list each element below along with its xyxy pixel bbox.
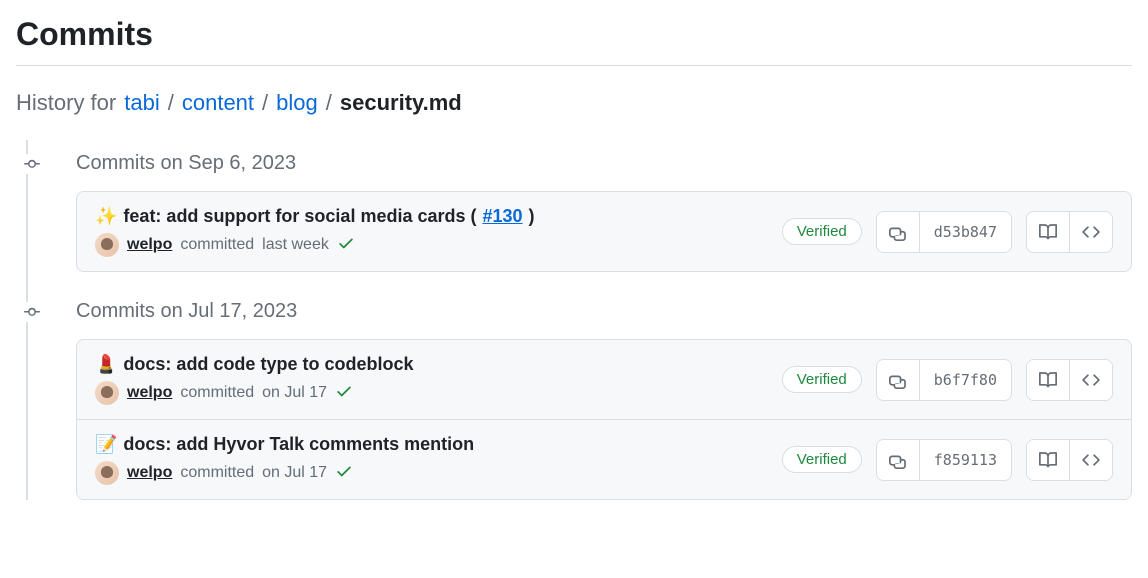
check-icon[interactable] [335, 462, 353, 485]
commit-group-date: Commits on Sep 6, 2023 [76, 152, 296, 174]
lipstick-icon: 💄 [95, 354, 117, 375]
commit-list: 💄 docs: add code type to codeblock welpo… [76, 339, 1132, 500]
copy-sha-button[interactable] [877, 212, 919, 252]
check-icon[interactable] [337, 234, 355, 257]
breadcrumb-prefix: History for [16, 90, 116, 116]
pr-link[interactable]: #130 [483, 206, 523, 227]
avatar[interactable] [95, 381, 119, 405]
browse-button-group [1026, 439, 1113, 481]
commit-list: ✨ feat: add support for social media car… [76, 191, 1132, 272]
view-file-button[interactable] [1027, 212, 1069, 252]
browse-button-group [1026, 211, 1113, 253]
sparkles-icon: ✨ [95, 206, 117, 227]
verified-badge[interactable]: Verified [782, 366, 862, 393]
commit-item: 📝 docs: add Hyvor Talk comments mention … [77, 419, 1131, 499]
commit-title[interactable]: 📝 docs: add Hyvor Talk comments mention [95, 434, 782, 455]
sha-button-group: f859113 [876, 439, 1012, 481]
commit-node-icon [18, 302, 46, 322]
commit-sha-button[interactable]: d53b847 [919, 212, 1011, 252]
avatar[interactable] [95, 233, 119, 257]
commit-item: 💄 docs: add code type to codeblock welpo… [77, 340, 1131, 419]
commit-group-header: Commits on Jul 17, 2023 [42, 288, 1132, 339]
view-file-button[interactable] [1027, 440, 1069, 480]
commit-node-icon [18, 154, 46, 174]
copy-sha-button[interactable] [877, 440, 919, 480]
commit-time: on Jul 17 [262, 384, 327, 402]
commit-title-suffix: ) [529, 206, 535, 227]
breadcrumb-separator: / [168, 90, 174, 116]
browse-button-group [1026, 359, 1113, 401]
breadcrumb: History for tabi / content / blog / secu… [16, 90, 1132, 116]
commit-item: ✨ feat: add support for social media car… [77, 192, 1131, 271]
view-file-button[interactable] [1027, 360, 1069, 400]
sha-button-group: b6f7f80 [876, 359, 1012, 401]
breadcrumb-separator: / [262, 90, 268, 116]
breadcrumb-link-tabi[interactable]: tabi [124, 90, 159, 116]
breadcrumb-link-content[interactable]: content [182, 90, 254, 116]
author-link[interactable]: welpo [127, 236, 172, 254]
author-link[interactable]: welpo [127, 464, 172, 482]
commit-sha-button[interactable]: f859113 [919, 440, 1011, 480]
committed-label: committed [180, 464, 254, 482]
commit-group-header: Commits on Sep 6, 2023 [42, 140, 1132, 191]
breadcrumb-current: security.md [340, 90, 462, 116]
commit-time: on Jul 17 [262, 464, 327, 482]
breadcrumb-link-blog[interactable]: blog [276, 90, 318, 116]
copy-sha-button[interactable] [877, 360, 919, 400]
avatar[interactable] [95, 461, 119, 485]
committed-label: committed [180, 236, 254, 254]
commit-title-text: feat: add support for social media cards… [123, 206, 476, 227]
committed-label: committed [180, 384, 254, 402]
browse-repo-button[interactable] [1069, 212, 1112, 252]
commit-title[interactable]: ✨ feat: add support for social media car… [95, 206, 782, 227]
page-title: Commits [16, 16, 1132, 66]
commit-sha-button[interactable]: b6f7f80 [919, 360, 1011, 400]
memo-icon: 📝 [95, 434, 117, 455]
commit-timeline: Commits on Sep 6, 2023 ✨ feat: add suppo… [16, 140, 1132, 500]
commit-title[interactable]: 💄 docs: add code type to codeblock [95, 354, 782, 375]
verified-badge[interactable]: Verified [782, 218, 862, 245]
commit-group-date: Commits on Jul 17, 2023 [76, 300, 297, 322]
check-icon[interactable] [335, 382, 353, 405]
commit-time: last week [262, 236, 329, 254]
sha-button-group: d53b847 [876, 211, 1012, 253]
commit-title-text: docs: add Hyvor Talk comments mention [123, 434, 474, 455]
browse-repo-button[interactable] [1069, 360, 1112, 400]
breadcrumb-separator: / [326, 90, 332, 116]
browse-repo-button[interactable] [1069, 440, 1112, 480]
author-link[interactable]: welpo [127, 384, 172, 402]
verified-badge[interactable]: Verified [782, 446, 862, 473]
commit-title-text: docs: add code type to codeblock [123, 354, 413, 375]
